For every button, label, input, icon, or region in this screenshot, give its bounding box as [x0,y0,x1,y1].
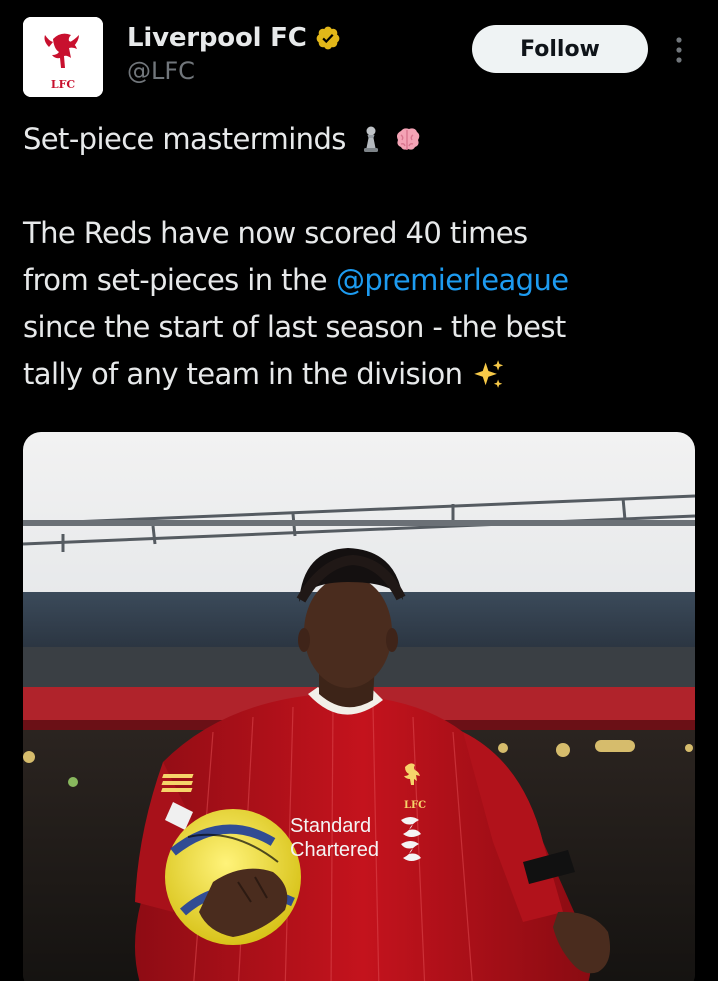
display-name-row: Liverpool FC [127,20,341,56]
sponsor-line-2: Chartered [290,839,379,861]
tweet-body-line: tally of any team in the division [23,357,463,391]
verified-badge-icon [316,26,340,50]
tweet-headline: Set-piece masterminds [23,122,346,156]
mention-link-premierleague[interactable]: @premierleague [336,257,569,304]
player-photo: LFC Standard Chartered [23,432,695,981]
follow-button[interactable]: Follow [472,25,648,73]
tweet-line-2: The Reds have now scored 40 times [23,210,703,257]
tweet-line-3: from set-pieces in the @premierleague [23,257,703,304]
tweet-line-4: since the start of last season - the bes… [23,304,703,351]
sponsor-line-1: Standard [290,815,371,837]
kit-crest-text: LFC [404,800,426,811]
tweet-page: LFC Liverpool FC @LFC Follow Set-piece m… [0,0,718,981]
sparkles-emoji [474,359,504,388]
brain-emoji [396,127,420,150]
tweet-text: Set-piece masterminds The Reds have now … [23,116,703,398]
tweet-body-line: from set-pieces in the [23,263,328,297]
display-name[interactable]: Liverpool FC [127,23,307,53]
tweet-media-image[interactable]: LFC Standard Chartered [23,432,695,981]
svg-text:LFC: LFC [51,78,76,91]
more-vertical-icon [676,37,682,63]
handle[interactable]: @LFC [127,57,195,85]
new-balance-logo-icon [160,774,194,792]
chess-pawn-emoji [363,126,378,152]
more-options-button[interactable] [664,30,694,70]
tweet-body-line: The Reds have now scored 40 times [23,216,528,250]
tweet-body-line: since the start of last season - the bes… [23,310,566,344]
tweet-line-1: Set-piece masterminds [23,116,703,163]
avatar[interactable]: LFC [23,17,103,97]
tweet-line-5: tally of any team in the division [23,351,703,398]
lfc-crest-icon: LFC [23,17,103,97]
